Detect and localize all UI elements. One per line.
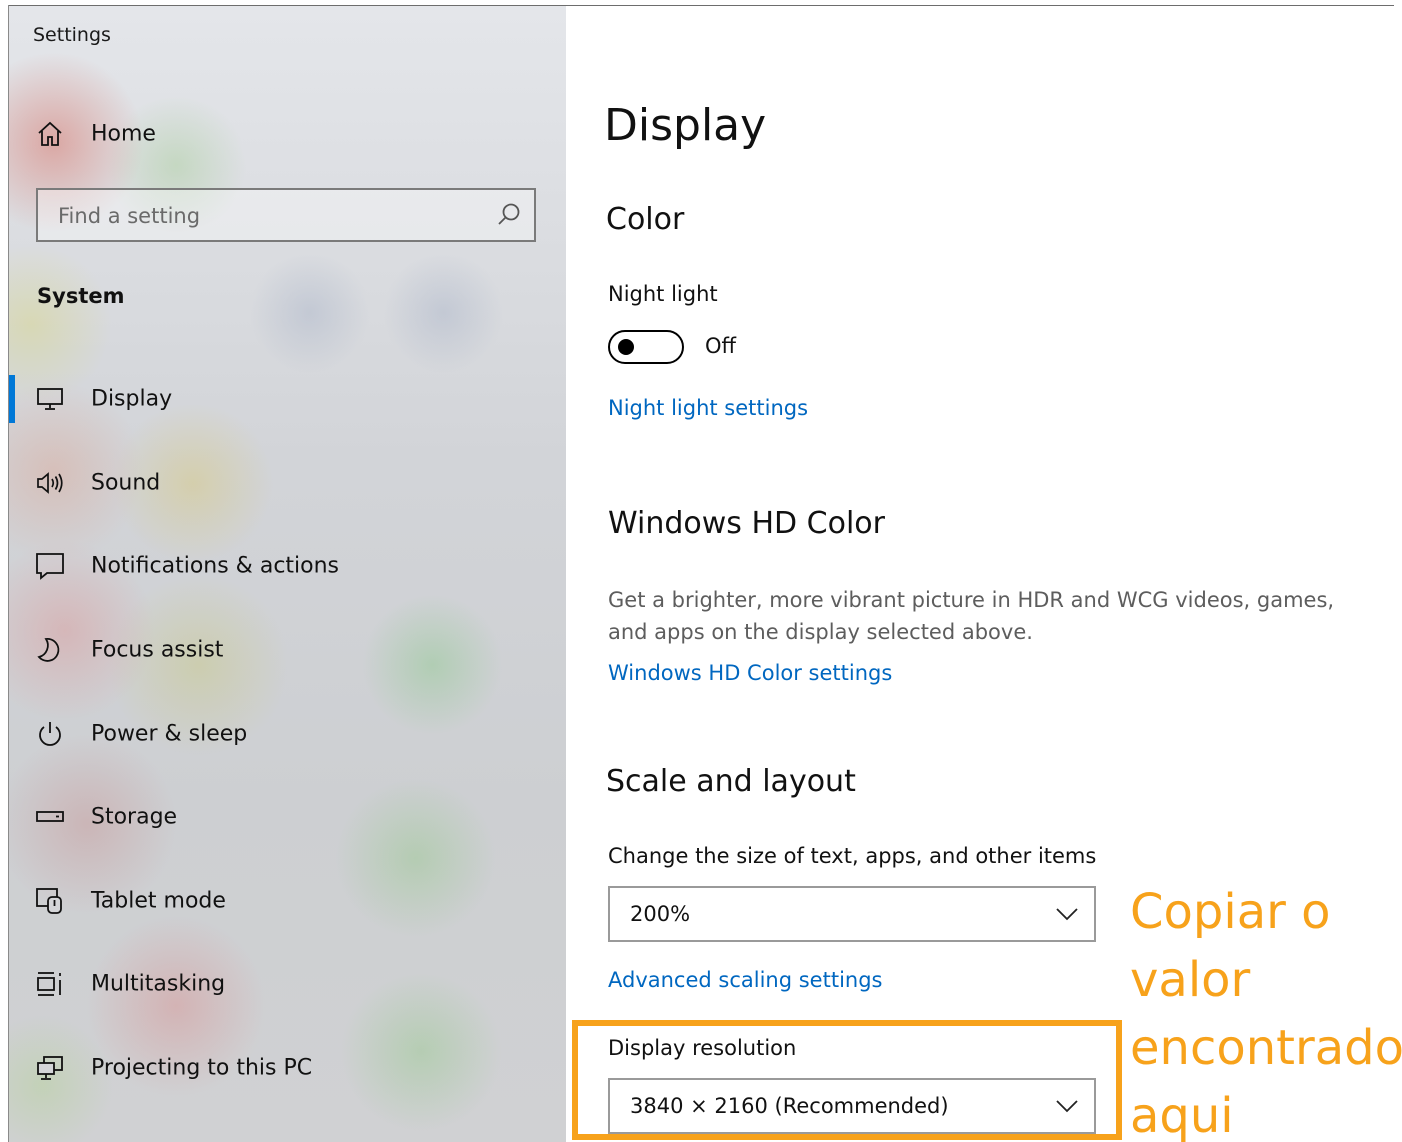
sidebar-item-label: Focus assist	[91, 637, 224, 663]
sidebar-item-label: Power & sleep	[91, 721, 248, 747]
night-light-settings-link[interactable]: Night light settings	[608, 396, 808, 420]
sidebar-item-storage[interactable]: Storage	[9, 787, 566, 847]
page-title: Display	[604, 100, 767, 151]
resolution-dropdown[interactable]: 3840 × 2160 (Recommended)	[608, 1078, 1096, 1134]
sidebar-item-focus-assist[interactable]: Focus assist	[9, 620, 566, 680]
main-content: Display Color Night light Off Night ligh…	[566, 6, 1402, 1142]
sidebar-item-label: Sound	[91, 470, 161, 496]
sidebar-item-sound[interactable]: Sound	[9, 453, 566, 513]
active-indicator	[9, 375, 15, 423]
scale-dropdown[interactable]: 200%	[608, 886, 1096, 942]
sidebar-item-label: Projecting to this PC	[91, 1055, 313, 1081]
sidebar-item-label: Display	[91, 386, 173, 412]
night-light-state: Off	[705, 334, 736, 358]
speaker-icon	[35, 468, 65, 498]
storage-icon	[35, 802, 65, 832]
sidebar-item-notifications[interactable]: Notifications & actions	[9, 536, 566, 596]
search-box	[36, 188, 536, 242]
resolution-label: Display resolution	[608, 1036, 797, 1060]
sidebar: Settings Home System	[9, 6, 566, 1142]
resolution-value: 3840 × 2160 (Recommended)	[630, 1094, 949, 1118]
scale-label: Change the size of text, apps, and other…	[608, 844, 1097, 868]
color-heading: Color	[606, 202, 685, 237]
search-icon[interactable]	[496, 202, 522, 228]
sidebar-item-power-sleep[interactable]: Power & sleep	[9, 704, 566, 764]
tablet-icon	[35, 886, 65, 916]
chevron-down-icon	[1054, 906, 1080, 922]
sidebar-item-label: Multitasking	[91, 971, 226, 997]
sidebar-item-label: Storage	[91, 804, 178, 830]
sidebar-item-projecting[interactable]: Projecting to this PC	[9, 1038, 566, 1098]
sidebar-item-display[interactable]: Display	[9, 369, 566, 429]
monitor-icon	[35, 384, 65, 414]
toggle-knob	[618, 339, 634, 355]
annotation-text: Copiar o valor encontrado aqui	[1130, 884, 1402, 1142]
app-title: Settings	[33, 24, 111, 46]
night-light-label: Night light	[608, 282, 718, 306]
section-heading-system: System	[37, 284, 125, 308]
advanced-scaling-link[interactable]: Advanced scaling settings	[608, 968, 883, 992]
chevron-down-icon	[1054, 1098, 1080, 1114]
message-icon	[35, 551, 65, 581]
window-left-border	[8, 5, 9, 1142]
search-input[interactable]	[56, 198, 480, 234]
scale-value: 200%	[630, 902, 691, 926]
sidebar-item-label: Home	[91, 121, 156, 147]
sidebar-item-label: Tablet mode	[91, 888, 226, 914]
hd-color-description: Get a brighter, more vibrant picture in …	[608, 588, 1335, 644]
sidebar-item-home[interactable]: Home	[9, 104, 566, 164]
projector-icon	[35, 1053, 65, 1083]
home-icon	[35, 119, 65, 149]
sidebar-item-tablet-mode[interactable]: Tablet mode	[9, 871, 566, 931]
hd-color-heading: Windows HD Color	[608, 506, 885, 541]
multitasking-icon	[35, 969, 65, 999]
hd-color-settings-link[interactable]: Windows HD Color settings	[608, 661, 892, 685]
moon-icon	[35, 635, 65, 665]
scale-layout-heading: Scale and layout	[606, 764, 856, 799]
sidebar-item-label: Notifications & actions	[91, 553, 340, 579]
power-icon	[35, 719, 65, 749]
night-light-toggle[interactable]	[608, 330, 684, 364]
settings-window: Settings Home System	[0, 0, 1402, 1142]
sidebar-item-multitasking[interactable]: Multitasking	[9, 954, 566, 1014]
